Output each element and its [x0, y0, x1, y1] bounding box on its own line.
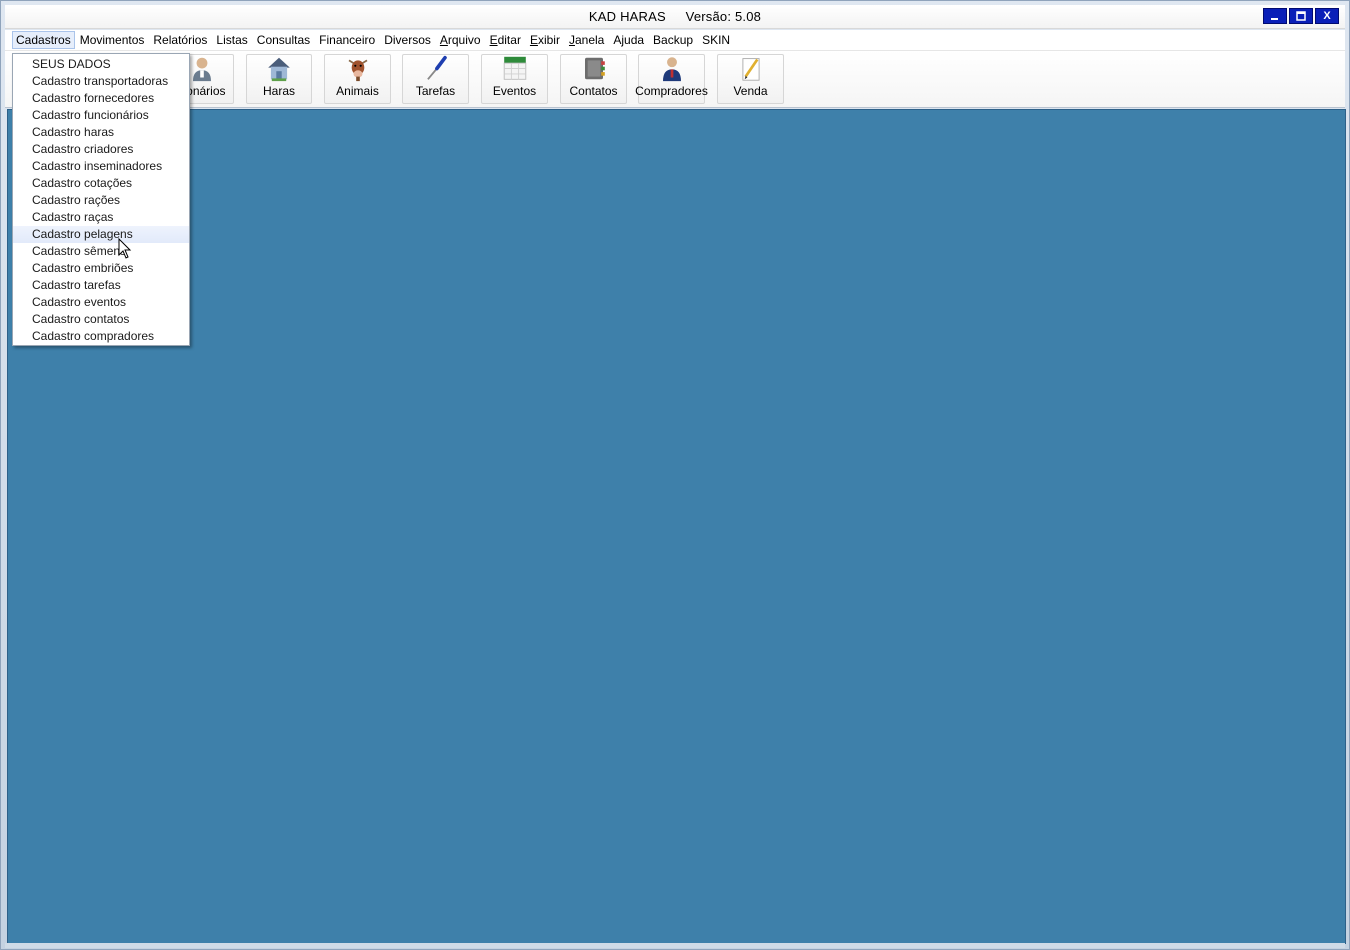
maximize-icon	[1296, 11, 1306, 21]
window-title: KAD HARAS Versão: 5.08	[5, 9, 1345, 24]
menu-consultas[interactable]: Consultas	[253, 31, 314, 49]
title-bar[interactable]: KAD HARAS Versão: 5.08 X	[5, 5, 1345, 29]
menu-financeiro[interactable]: Financeiro	[315, 31, 379, 49]
window-controls: X	[1263, 8, 1339, 24]
toolbar-venda-label: Venda	[733, 84, 768, 98]
toolbar-compradores-button[interactable]: Compradores	[635, 54, 708, 104]
menu-item-cadastro-racoes[interactable]: Cadastro rações	[13, 192, 189, 209]
close-icon: X	[1323, 9, 1331, 22]
toolbar-animais-button[interactable]: Animais	[324, 54, 391, 104]
pencil-paper-icon	[741, 58, 760, 81]
menu-item-cadastro-haras[interactable]: Cadastro haras	[13, 124, 189, 141]
menu-item-cadastro-racas[interactable]: Cadastro raças	[13, 209, 189, 226]
menu-janela[interactable]: Janela	[565, 31, 608, 49]
app-version: Versão: 5.08	[685, 9, 762, 24]
toolbar-venda-button[interactable]: Venda	[717, 54, 784, 104]
menu-item-cadastro-tarefas[interactable]: Cadastro tarefas	[13, 277, 189, 294]
screwdriver-icon	[426, 55, 447, 80]
cow-icon	[348, 59, 367, 82]
person-icon	[192, 57, 211, 82]
menu-item-cadastro-criadores[interactable]: Cadastro criadores	[13, 141, 189, 158]
menu-item-cadastro-compradores[interactable]: Cadastro compradores	[13, 328, 189, 345]
buyer-person-icon	[662, 57, 681, 82]
menu-item-cadastro-inseminadores[interactable]: Cadastro inseminadores	[13, 158, 189, 175]
menu-item-cadastro-cotacoes[interactable]: Cadastro cotações	[13, 175, 189, 192]
menu-item-cadastro-pelagens[interactable]: Cadastro pelagens	[13, 226, 189, 243]
menu-item-cadastro-embrioes[interactable]: Cadastro embriões	[13, 260, 189, 277]
menu-cadastros[interactable]: Cadastros	[12, 31, 75, 49]
menu-item-cadastro-eventos[interactable]: Cadastro eventos	[13, 294, 189, 311]
status-bar	[5, 943, 1345, 948]
menu-skin[interactable]: SKIN	[698, 31, 734, 49]
app-name: KAD HARAS	[588, 9, 666, 24]
toolbar-haras-button[interactable]: Haras	[246, 54, 312, 104]
menu-movimentos[interactable]: Movimentos	[76, 31, 149, 49]
toolbar-eventos-label: Eventos	[492, 84, 537, 98]
maximize-button[interactable]	[1289, 8, 1313, 24]
mdi-workspace[interactable]	[7, 109, 1346, 944]
menu-item-cadastro-funcionarios[interactable]: Cadastro funcionários	[13, 107, 189, 124]
toolbar-compradores-label: Compradores	[635, 84, 708, 98]
menu-listas[interactable]: Listas	[212, 31, 251, 49]
minimize-button[interactable]	[1263, 8, 1287, 24]
menu-arquivo[interactable]: Arquivo	[436, 31, 485, 49]
menu-item-cadastro-contatos[interactable]: Cadastro contatos	[13, 311, 189, 328]
toolbar-tarefas-label: Tarefas	[415, 84, 456, 98]
house-icon	[268, 57, 290, 82]
cadastros-dropdown-menu: SEUS DADOS Cadastro transportadoras Cada…	[12, 53, 190, 346]
menu-item-cadastro-transportadoras[interactable]: Cadastro transportadoras	[13, 73, 189, 90]
menu-exibir[interactable]: Exibir	[526, 31, 564, 49]
menu-item-cadastro-fornecedores[interactable]: Cadastro fornecedores	[13, 90, 189, 107]
close-button[interactable]: X	[1315, 8, 1339, 24]
mouse-cursor-icon	[118, 238, 132, 259]
menu-item-seus-dados[interactable]: SEUS DADOS	[13, 56, 189, 73]
app-window: KAD HARAS Versão: 5.08 X Cadastros Movim…	[0, 0, 1350, 950]
menu-item-cadastro-semens[interactable]: Cadastro sêmens	[13, 243, 189, 260]
menu-ajuda[interactable]: Ajuda	[609, 31, 648, 49]
address-book-icon	[584, 57, 605, 80]
menu-relatorios[interactable]: Relatórios	[149, 31, 211, 49]
menu-bar: Cadastros Movimentos Relatórios Listas C…	[5, 30, 1345, 51]
toolbar-contatos-button[interactable]: Contatos	[560, 54, 627, 104]
menu-diversos[interactable]: Diversos	[380, 31, 435, 49]
toolbar: cionários Haras Animais Tarefas Eventos	[5, 51, 1345, 108]
menu-editar[interactable]: Editar	[486, 31, 525, 49]
toolbar-tarefas-button[interactable]: Tarefas	[402, 54, 469, 104]
toolbar-eventos-button[interactable]: Eventos	[481, 54, 548, 104]
menu-backup[interactable]: Backup	[649, 31, 697, 49]
toolbar-haras-label: Haras	[262, 84, 295, 98]
calendar-icon	[503, 56, 526, 80]
minimize-icon	[1271, 18, 1278, 20]
toolbar-animais-label: Animais	[336, 84, 379, 98]
toolbar-contatos-label: Contatos	[569, 84, 618, 98]
